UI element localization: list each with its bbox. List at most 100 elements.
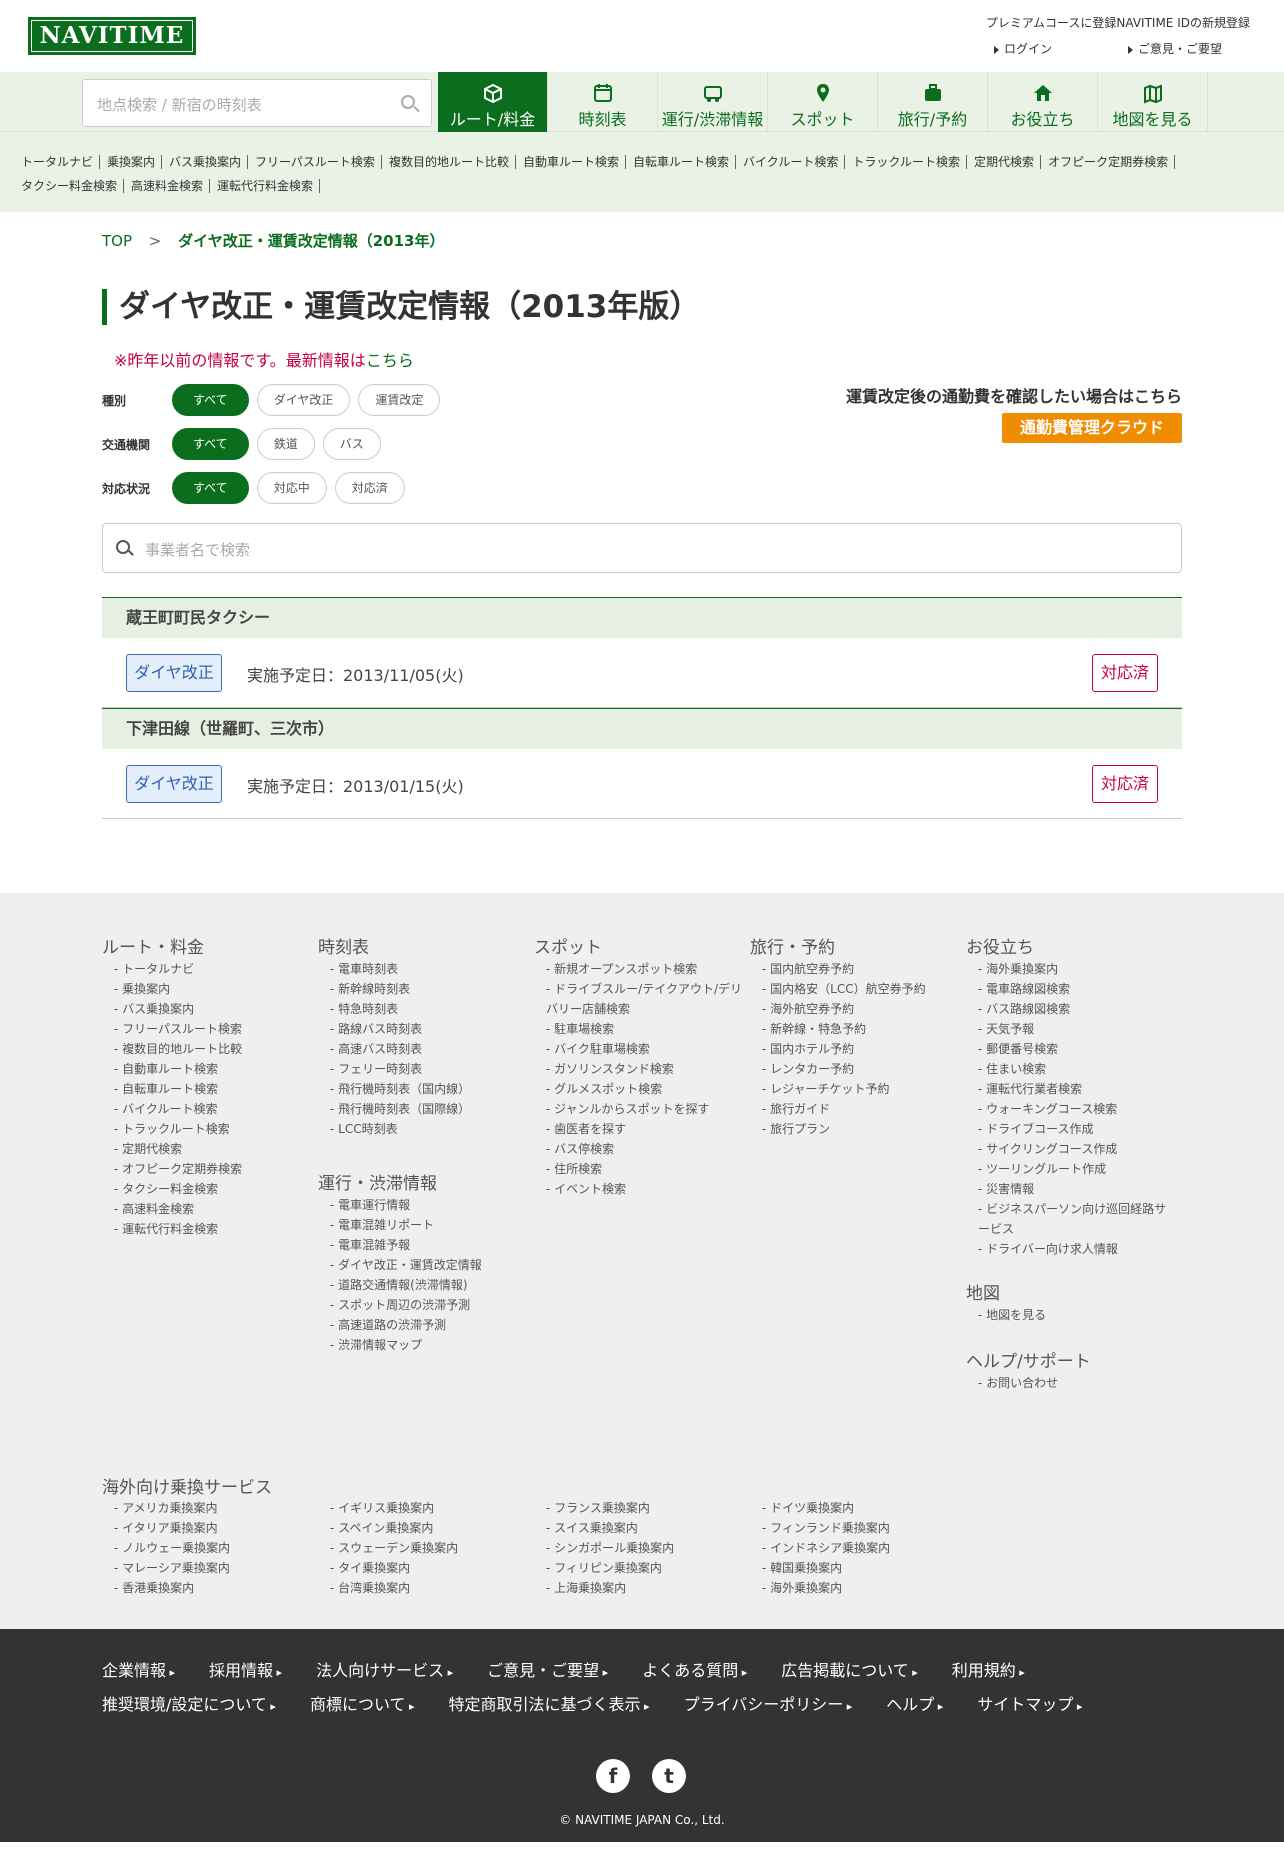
footer-link[interactable]: 渋滞情報マップ [330, 1335, 528, 1355]
footer-link[interactable]: 定期代検索 [114, 1139, 312, 1159]
footer-bottom-link[interactable]: 広告掲載について [781, 1661, 918, 1680]
footer-link[interactable]: タクシー料金検索 [114, 1179, 312, 1199]
footer-link[interactable]: バイク駐車場検索 [546, 1039, 744, 1059]
subnav-link[interactable]: 自動車ルート検索 [522, 155, 626, 169]
nav-item-useful[interactable]: お役立ち [988, 72, 1098, 132]
footer-link[interactable]: 電車時刻表 [330, 959, 528, 979]
commute-cloud-button[interactable]: 通勤費管理クラウド [1002, 413, 1182, 443]
footer-link[interactable]: 歯医者を探す [546, 1119, 744, 1139]
footer-bottom-link[interactable]: 企業情報 [102, 1661, 175, 1680]
footer-link[interactable]: ドライブコース作成 [978, 1119, 1176, 1139]
footer-link[interactable]: 複数目的地ルート比較 [114, 1039, 312, 1059]
navitime-logo[interactable]: NAVITIME [28, 17, 196, 55]
breadcrumb-top[interactable]: TOP [102, 232, 132, 250]
footer-link[interactable]: 飛行機時刻表（国内線） [330, 1079, 528, 1099]
overseas-link[interactable]: ノルウェー乗換案内 [114, 1538, 318, 1558]
overseas-link[interactable]: イタリア乗換案内 [114, 1518, 318, 1538]
filter-status-in-progress[interactable]: 対応中 [256, 472, 327, 504]
subnav-link[interactable]: 運転代行料金検索 [216, 179, 321, 193]
subnav-link[interactable]: フリーパスルート検索 [254, 155, 382, 169]
subnav-link[interactable]: オフピーク定期券検索 [1047, 155, 1176, 169]
footer-link[interactable]: ウォーキングコース検索 [978, 1099, 1176, 1119]
footer-link[interactable]: 住所検索 [546, 1159, 744, 1179]
footer-link[interactable]: バイクルート検索 [114, 1099, 312, 1119]
footer-link[interactable]: 高速料金検索 [114, 1199, 312, 1219]
filter-transport-rail[interactable]: 鉄道 [256, 428, 315, 460]
footer-link[interactable]: 新規オープンスポット検索 [546, 959, 744, 979]
footer-link[interactable]: スポット周辺の渋滞予測 [330, 1295, 528, 1315]
subnav-link[interactable]: タクシー料金検索 [20, 179, 125, 193]
overseas-link[interactable]: 香港乗換案内 [114, 1578, 318, 1598]
nav-item-map[interactable]: 地図を見る [1098, 72, 1208, 132]
nav-item-timetable[interactable]: 時刻表 [548, 72, 658, 132]
footer-link[interactable]: 郵便番号検索 [978, 1039, 1176, 1059]
overseas-link[interactable]: 海外乗換案内 [762, 1578, 966, 1598]
footer-link[interactable]: グルメスポット検索 [546, 1079, 744, 1099]
footer-link[interactable]: レジャーチケット予約 [762, 1079, 960, 1099]
filter-type-all[interactable]: すべて [172, 384, 249, 416]
nav-item-traffic[interactable]: 運行/渋滞情報 [658, 72, 768, 132]
filter-transport-bus[interactable]: バス [322, 428, 381, 460]
premium-register-link[interactable]: プレミアムコースに登録NAVITIME IDの新規登録 [986, 14, 1250, 31]
footer-bottom-link[interactable]: 採用情報 [209, 1661, 282, 1680]
nav-item-route[interactable]: ルート/料金 [438, 72, 548, 132]
footer-link[interactable]: 災害情報 [978, 1179, 1176, 1199]
subnav-link[interactable]: 高速料金検索 [130, 179, 211, 193]
footer-link[interactable]: 国内格安（LCC）航空券予約 [762, 979, 960, 999]
operator-search-input[interactable]: 事業者名で検索 [102, 523, 1182, 573]
subnav-link[interactable]: 乗換案内 [106, 155, 163, 169]
subnav-link[interactable]: バス乗換案内 [168, 155, 249, 169]
footer-link[interactable]: オフピーク定期券検索 [114, 1159, 312, 1179]
footer-bottom-link[interactable]: よくある質問 [642, 1661, 747, 1680]
subnav-link[interactable]: 自転車ルート検索 [632, 155, 736, 169]
overseas-link[interactable]: スイス乗換案内 [546, 1518, 750, 1538]
footer-link[interactable]: 住まい検索 [978, 1059, 1176, 1079]
footer-link[interactable]: 駐車場検索 [546, 1019, 744, 1039]
footer-bottom-link[interactable]: ヘルプ [886, 1695, 943, 1714]
filter-status-done[interactable]: 対応済 [334, 472, 405, 504]
feedback-link[interactable]: ご意見・ご要望 [1128, 40, 1222, 57]
overseas-link[interactable]: ドイツ乗換案内 [762, 1498, 966, 1518]
footer-link[interactable]: ツーリングルート作成 [978, 1159, 1176, 1179]
overseas-link[interactable]: インドネシア乗換案内 [762, 1538, 966, 1558]
result-row[interactable]: ダイヤ改正 実施予定日：2013/11/05(火) 対応済 [102, 638, 1182, 708]
footer-link[interactable]: バス路線図検索 [978, 999, 1176, 1019]
footer-bottom-link[interactable]: 商標について [310, 1695, 415, 1714]
nav-item-spot[interactable]: スポット [768, 72, 878, 132]
footer-link[interactable]: ビジネスパーソン向け巡回経路サービス [978, 1199, 1176, 1239]
footer-link[interactable]: 電車混雑リポート [330, 1215, 528, 1235]
footer-link[interactable]: 新幹線・特急予約 [762, 1019, 960, 1039]
footer-link[interactable]: トラックルート検索 [114, 1119, 312, 1139]
overseas-link[interactable]: フィリピン乗換案内 [546, 1558, 750, 1578]
footer-link[interactable]: LCC時刻表 [330, 1119, 528, 1139]
footer-bottom-link[interactable]: 特定商取引法に基づく表示 [449, 1695, 650, 1714]
footer-link[interactable]: 電車混雑予報 [330, 1235, 528, 1255]
footer-bottom-link[interactable]: サイトマップ [977, 1695, 1082, 1714]
footer-link[interactable]: フリーパスルート検索 [114, 1019, 312, 1039]
subnav-link[interactable]: 複数目的地ルート比較 [388, 155, 516, 169]
footer-link[interactable]: 特急時刻表 [330, 999, 528, 1019]
subnav-link[interactable]: トータルナビ [20, 155, 101, 169]
result-row[interactable]: ダイヤ改正 実施予定日：2013/01/15(火) 対応済 [102, 749, 1182, 819]
footer-link[interactable]: 飛行機時刻表（国際線） [330, 1099, 528, 1119]
footer-link[interactable]: 道路交通情報(渋滞情報) [330, 1275, 528, 1295]
footer-bottom-link[interactable]: 推奨環境/設定について [102, 1695, 276, 1714]
footer-link[interactable]: 海外乗換案内 [978, 959, 1176, 979]
subnav-link[interactable]: バイクルート検索 [742, 155, 846, 169]
facebook-icon[interactable]: f [596, 1759, 630, 1793]
overseas-link[interactable]: イギリス乗換案内 [330, 1498, 534, 1518]
subnav-link[interactable]: 定期代検索 [973, 155, 1042, 169]
footer-link[interactable]: 海外航空券予約 [762, 999, 960, 1019]
footer-link[interactable]: 旅行プラン [762, 1119, 960, 1139]
footer-link[interactable]: 乗換案内 [114, 979, 312, 999]
footer-link[interactable]: 運転代行業者検索 [978, 1079, 1176, 1099]
overseas-link[interactable]: 韓国乗換案内 [762, 1558, 966, 1578]
footer-link[interactable]: 国内航空券予約 [762, 959, 960, 979]
footer-link[interactable]: 国内ホテル予約 [762, 1039, 960, 1059]
overseas-link[interactable]: マレーシア乗換案内 [114, 1558, 318, 1578]
overseas-link[interactable]: シンガポール乗換案内 [546, 1538, 750, 1558]
overseas-link[interactable]: 台湾乗換案内 [330, 1578, 534, 1598]
footer-link[interactable]: お問い合わせ [978, 1373, 1176, 1393]
footer-link[interactable]: バス乗換案内 [114, 999, 312, 1019]
footer-link[interactable]: 電車運行情報 [330, 1195, 528, 1215]
